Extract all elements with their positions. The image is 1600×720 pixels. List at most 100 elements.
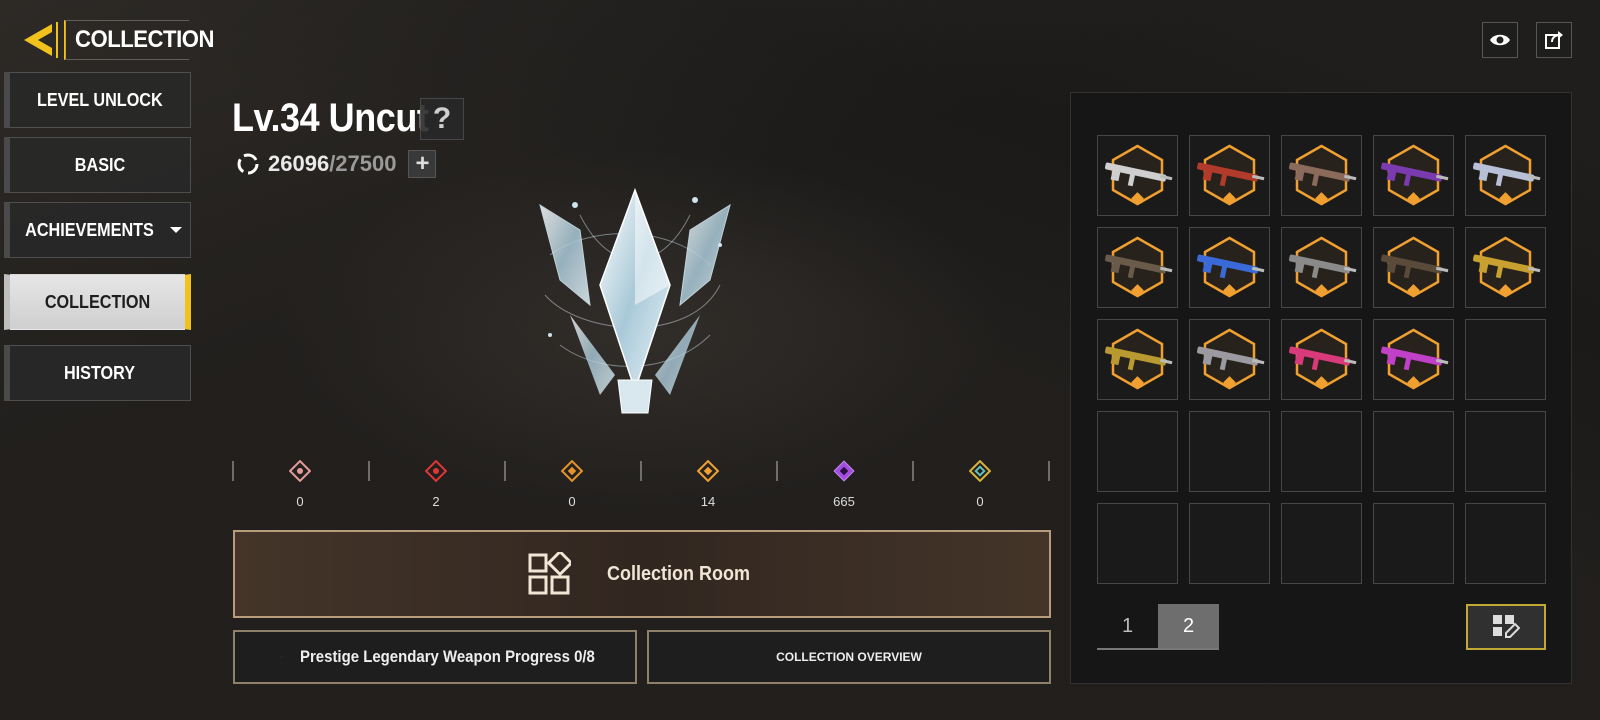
xp-ring-icon bbox=[237, 153, 259, 175]
weapon-slot[interactable] bbox=[1373, 227, 1454, 308]
rarity-cell: 14 bbox=[640, 458, 776, 509]
xp-progress: 26096/27500 + bbox=[236, 150, 437, 178]
weapon-slot[interactable] bbox=[1097, 319, 1178, 400]
weapon-slot[interactable] bbox=[1281, 319, 1362, 400]
weapon-slot[interactable] bbox=[1097, 135, 1178, 216]
weapon-slot[interactable] bbox=[1281, 227, 1362, 308]
edit-grid-icon bbox=[1493, 615, 1520, 638]
page-tab-2[interactable]: 2 bbox=[1158, 604, 1219, 648]
plus-icon: + bbox=[415, 150, 430, 177]
sidebar-item-label: LEVEL UNLOCK bbox=[37, 89, 163, 110]
rarity-count: 0 bbox=[976, 494, 984, 509]
empty-slot bbox=[1189, 503, 1270, 584]
sidebar-item-basic[interactable]: BASIC bbox=[4, 137, 191, 193]
sidebar-item-label: COLLECTION bbox=[44, 291, 151, 312]
season-badge-icon: S3 bbox=[281, 656, 282, 658]
weapon-icon bbox=[1381, 328, 1449, 390]
weapon-icon bbox=[1289, 236, 1357, 298]
add-xp-button[interactable]: + bbox=[408, 150, 437, 178]
rarity-epic-red-icon bbox=[425, 460, 447, 482]
rarity-cell: 665 bbox=[776, 458, 912, 509]
rarity-purple-icon bbox=[833, 460, 855, 482]
weapon-icon bbox=[1197, 144, 1265, 206]
weapon-icon bbox=[1197, 236, 1265, 298]
page-tab-label: 1 bbox=[1121, 614, 1134, 637]
empty-slot bbox=[1465, 411, 1546, 492]
empty-slot bbox=[1189, 411, 1270, 492]
empty-slot bbox=[1281, 503, 1362, 584]
weapon-icon bbox=[1105, 236, 1173, 298]
level-title: Lv.34 Uncut bbox=[232, 96, 429, 140]
chevron-down-icon bbox=[169, 227, 182, 233]
weapon-slot[interactable] bbox=[1189, 319, 1270, 400]
weapon-icon bbox=[1381, 236, 1449, 298]
weapon-slot[interactable] bbox=[1281, 135, 1362, 216]
rarity-legendary-icon bbox=[697, 460, 719, 482]
visibility-button[interactable] bbox=[1482, 22, 1518, 58]
empty-slot bbox=[1281, 411, 1362, 492]
sidebar-item-level-unlock[interactable]: LEVEL UNLOCK bbox=[4, 72, 191, 128]
rarity-cell: 0 bbox=[912, 458, 1048, 509]
xp-current: 26096 bbox=[268, 151, 330, 176]
sidebar-item-label: BASIC bbox=[74, 154, 126, 175]
rarity-count: 0 bbox=[568, 494, 576, 509]
weapon-icon bbox=[1473, 236, 1541, 298]
weapon-slot[interactable] bbox=[1373, 319, 1454, 400]
rank-crystal-emblem bbox=[539, 187, 731, 414]
rarity-count: 0 bbox=[296, 494, 304, 509]
rarity-orange-icon bbox=[561, 460, 583, 482]
empty-slot bbox=[1373, 411, 1454, 492]
weapon-icon bbox=[1289, 144, 1357, 206]
weapon-icon bbox=[1197, 328, 1265, 390]
eye-icon bbox=[1490, 34, 1510, 46]
edit-layout-button[interactable] bbox=[1466, 604, 1546, 650]
weapon-icon bbox=[1105, 144, 1173, 206]
collection-room-icon bbox=[528, 552, 571, 595]
rarity-common-icon bbox=[289, 460, 311, 482]
weapon-slot[interactable] bbox=[1189, 227, 1270, 308]
weapon-slot[interactable] bbox=[1189, 135, 1270, 216]
rarity-mythic-icon bbox=[969, 460, 991, 482]
rarity-count: 2 bbox=[432, 494, 440, 509]
back-button[interactable] bbox=[18, 20, 62, 60]
rarity-cell: 2 bbox=[368, 458, 504, 509]
empty-slot bbox=[1465, 503, 1546, 584]
help-label: ? bbox=[432, 102, 452, 135]
page-tab-1[interactable]: 1 bbox=[1097, 604, 1158, 648]
weapon-slot[interactable] bbox=[1097, 227, 1178, 308]
empty-slot bbox=[1465, 319, 1546, 400]
weapon-slot[interactable] bbox=[1465, 227, 1546, 308]
empty-slot bbox=[1373, 503, 1454, 584]
weapon-slot[interactable] bbox=[1373, 135, 1454, 216]
sidebar-item-collection[interactable]: COLLECTION bbox=[4, 274, 191, 330]
help-button[interactable]: ? bbox=[420, 98, 464, 140]
page-tabs: 1 2 bbox=[1097, 604, 1219, 650]
sidebar-item-label: HISTORY bbox=[64, 362, 136, 383]
rarity-count: 665 bbox=[833, 494, 855, 509]
weapon-icon bbox=[1105, 328, 1173, 390]
sidebar-item-label: ACHIEVEMENTS bbox=[25, 219, 155, 240]
empty-slot bbox=[1097, 411, 1178, 492]
empty-slot bbox=[1097, 503, 1178, 584]
weapon-icon bbox=[1473, 144, 1541, 206]
collection-room-button[interactable]: Collection Room bbox=[233, 530, 1051, 618]
rarity-cell: 0 bbox=[232, 458, 368, 509]
prestige-progress-button[interactable]: S3 Prestige Legendary Weapon Progress 0/… bbox=[233, 630, 637, 684]
page-title: COLLECTION bbox=[64, 20, 214, 60]
sidebar-item-achievements[interactable]: ACHIEVEMENTS bbox=[4, 202, 191, 258]
back-arrow-icon bbox=[24, 22, 58, 58]
weapon-icon bbox=[1289, 328, 1357, 390]
collection-room-label: Collection Room bbox=[606, 562, 750, 585]
sidebar-item-history[interactable]: HISTORY bbox=[4, 345, 191, 401]
rarity-count: 14 bbox=[700, 494, 716, 509]
weapon-slot[interactable] bbox=[1465, 135, 1546, 216]
page-tab-label: 2 bbox=[1182, 614, 1195, 637]
xp-max: /27500 bbox=[329, 151, 397, 176]
share-icon bbox=[1545, 31, 1563, 49]
weapon-icon bbox=[1381, 144, 1449, 206]
rarity-cell: 0 bbox=[504, 458, 640, 509]
share-button[interactable] bbox=[1536, 22, 1572, 58]
collection-overview-button[interactable]: COLLECTION OVERVIEW bbox=[647, 630, 1051, 684]
collection-overview-label: COLLECTION OVERVIEW bbox=[776, 650, 922, 664]
prestige-progress-label: Prestige Legendary Weapon Progress 0/8 bbox=[299, 647, 595, 666]
